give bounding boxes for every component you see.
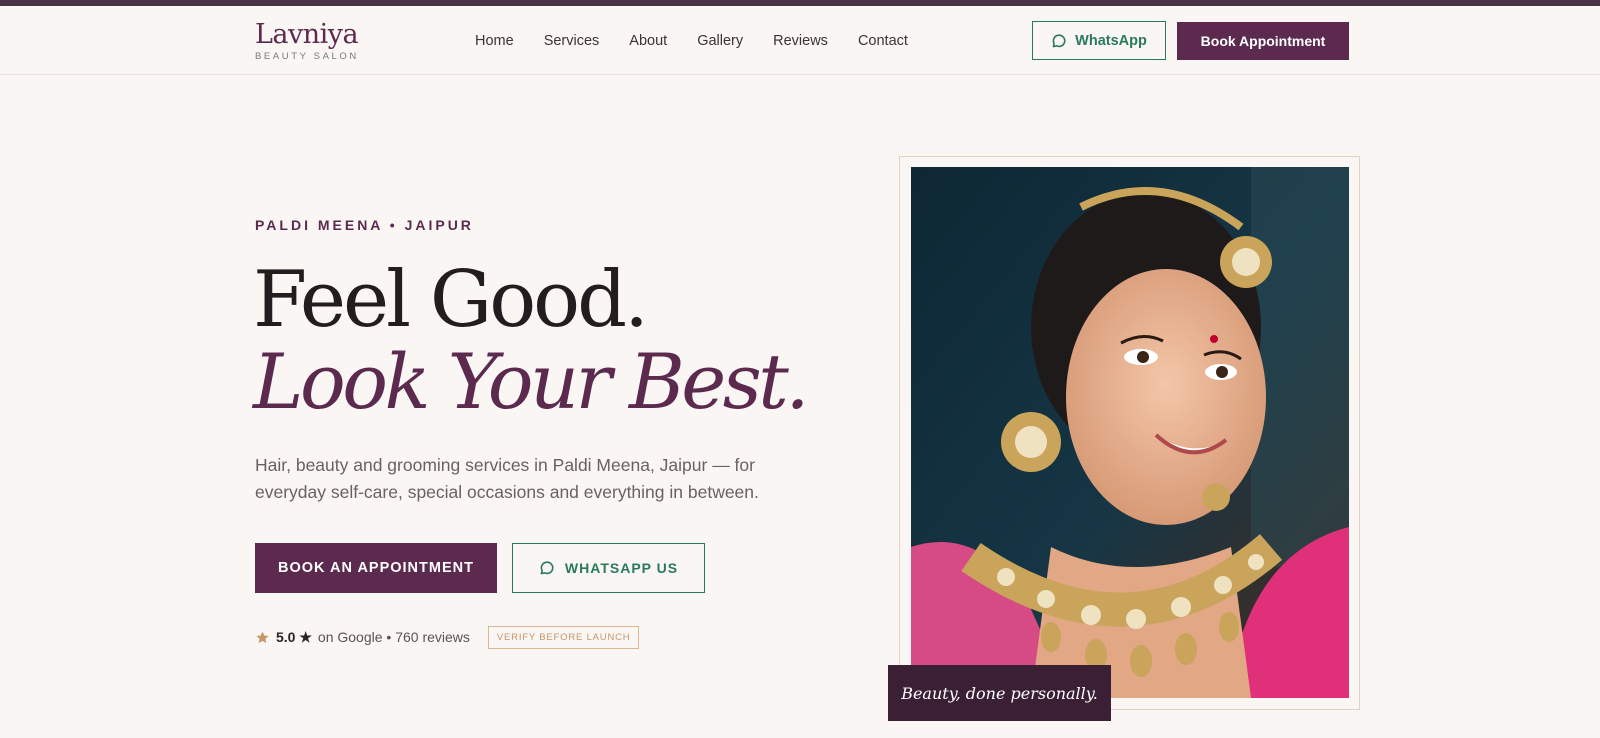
site-header: Lavniya BEAUTY SALON Home Services About… (0, 6, 1600, 75)
main-menu: Home Services About Gallery Reviews Cont… (475, 33, 908, 49)
whatsapp-us-label: WHATSAPP US (564, 560, 679, 576)
nav-services[interactable]: Services (544, 33, 600, 49)
book-appointment-header-button[interactable]: Book Appointment (1177, 22, 1349, 60)
nav-contact[interactable]: Contact (858, 33, 908, 49)
chat-bubble-icon (1052, 33, 1066, 47)
bridal-portrait-image (911, 167, 1349, 698)
nav-reviews[interactable]: Reviews (773, 33, 828, 49)
nav-about[interactable]: About (629, 33, 667, 49)
nav-gallery[interactable]: Gallery (697, 33, 743, 49)
rating-score: 5.0 ★ (276, 628, 312, 645)
photo-caption: Beauty, done personally. (888, 665, 1111, 721)
google-rating: 5.0 ★ on Google • 760 reviews VERIFY BEF… (255, 625, 640, 649)
rating-source: on Google • 760 reviews (317, 629, 470, 645)
whatsapp-header-button[interactable]: WhatsApp (1032, 21, 1166, 60)
verify-badge: VERIFY BEFORE LAUNCH (487, 625, 640, 649)
hero-headline: Feel Good. (253, 255, 649, 345)
book-header-label: Book Appointment (1200, 33, 1326, 49)
whatsapp-us-button[interactable]: WHATSAPP US (512, 543, 705, 593)
location-eyebrow: PALDI MEENA • JAIPUR (255, 217, 474, 233)
chat-bubble-icon (540, 561, 554, 575)
logo[interactable]: Lavniya BEAUTY SALON (255, 19, 359, 63)
star-icon (256, 631, 269, 643)
brand-name: Lavniya (255, 19, 359, 50)
hero-photo (911, 167, 1349, 698)
hero-description: Hair, beauty and grooming services in Pa… (255, 455, 759, 502)
book-button-label: BOOK AN APPOINTMENT (278, 560, 474, 576)
nav-home[interactable]: Home (475, 33, 514, 49)
whatsapp-header-label: WhatsApp (1075, 32, 1147, 49)
book-appointment-button[interactable]: BOOK AN APPOINTMENT (255, 543, 497, 593)
brand-tagline: BEAUTY SALON (255, 51, 359, 62)
hero-subheadline: Look Your Best. (253, 337, 809, 426)
